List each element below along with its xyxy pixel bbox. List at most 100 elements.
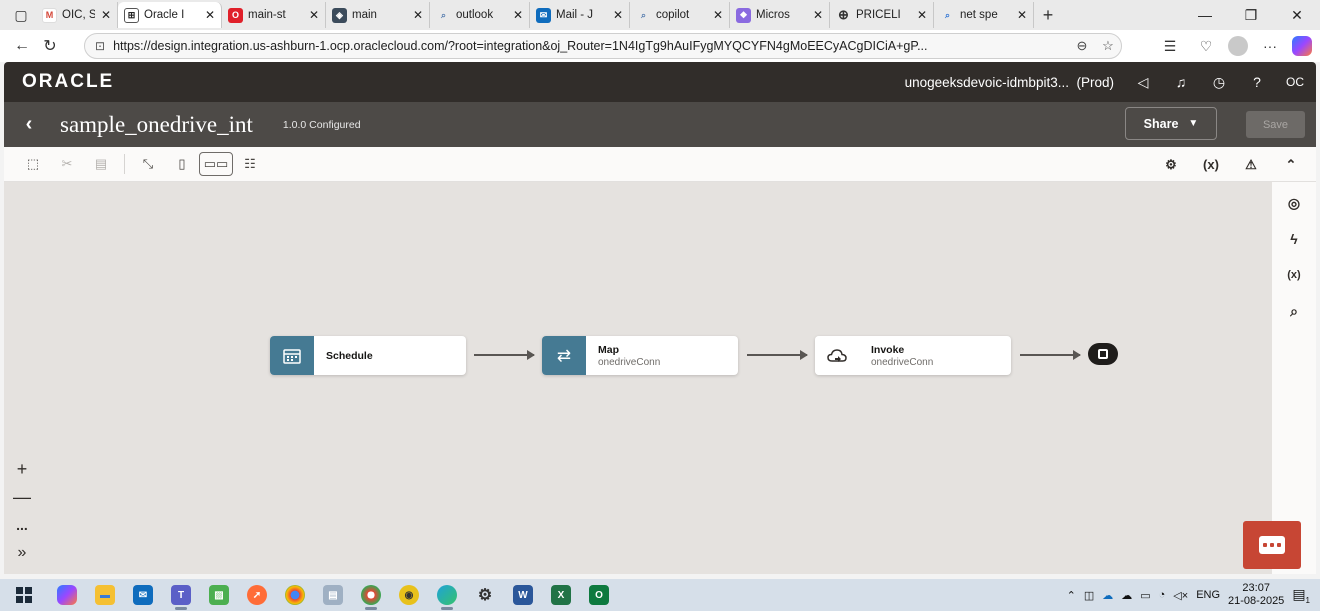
variables-icon[interactable]: (x) [1198,157,1224,172]
app-header: ORACLE unogeeksdevoic-idmbpit3... (Prod)… [4,62,1316,102]
close-icon[interactable]: ✕ [713,8,723,22]
battery-icon[interactable]: ▭ [1140,589,1150,602]
share-button[interactable]: Share ▼ [1125,107,1217,140]
invoke-node[interactable]: Invoke onedriveConn [815,336,1011,375]
file-explorer-icon[interactable]: ▬ [86,579,124,611]
horizontal-layout-icon[interactable]: ▭▭ [199,152,233,176]
app-grey-icon[interactable]: ▤ [314,579,352,611]
browser-tab[interactable]: ✉ Mail - J ✕ [530,2,630,28]
close-window-icon[interactable]: ✕ [1274,0,1320,30]
warning-icon[interactable]: ⚠ [1238,157,1264,173]
browser-tab[interactable]: ❖ Micros ✕ [730,2,830,28]
app-yellow-icon[interactable]: ◉ [390,579,428,611]
cut-icon[interactable]: ✂ [50,150,84,178]
chat-assistant-button[interactable] [1243,521,1301,569]
globe-icon: ⊕ [838,7,849,22]
restore-icon[interactable]: ❐ [1228,0,1274,30]
close-icon[interactable]: ✕ [309,8,319,22]
word-icon[interactable]: W [504,579,542,611]
help-icon[interactable]: ? [1248,74,1266,90]
edge-icon[interactable] [428,579,466,611]
postman-icon[interactable]: ➚ [238,579,276,611]
photos-icon[interactable]: ▨ [200,579,238,611]
tray-app-icon[interactable]: ◫ [1084,589,1094,602]
pseudo-view-icon[interactable]: ☷ [233,150,267,178]
chrome-icon[interactable] [276,579,314,611]
zoom-in-icon[interactable]: + [10,458,34,480]
zoom-icon[interactable]: ⊖ [1069,38,1095,54]
browser-essentials-icon[interactable]: ♡ [1192,33,1220,59]
user-avatar[interactable]: OC [1286,75,1304,89]
settings-gear-icon[interactable]: ⚙ [1158,157,1184,173]
outlook-icon[interactable]: ✉ [124,579,162,611]
browser-tab[interactable]: ⌕ outlook ✕ [430,2,530,28]
refresh-icon[interactable]: ↻ [36,32,64,60]
close-icon[interactable]: ✕ [917,8,927,22]
windows-start-icon[interactable] [0,579,48,611]
more-options-icon[interactable]: ... [10,514,34,536]
wifi-icon[interactable]: ◔ [1159,589,1166,601]
notifications-bell-icon[interactable]: ♫ [1172,74,1190,90]
url-field[interactable]: ⊡ https://design.integration.us-ashburn-… [84,33,1122,59]
browser-tab[interactable]: ⌕ copilot ✕ [630,2,730,28]
new-tab-icon[interactable]: + [1034,5,1062,26]
end-node-icon[interactable] [1088,343,1118,365]
save-button[interactable]: Save [1246,111,1305,138]
close-icon[interactable]: ✕ [101,8,111,22]
search-icon[interactable]: ⌕ [1281,300,1307,322]
zoom-out-icon[interactable]: — [10,486,34,508]
recent-activity-icon[interactable]: ◷ [1210,74,1228,91]
browser-tab-active[interactable]: ⊞ Oracle I ✕ [118,2,222,28]
settings-icon[interactable]: ⚙ [466,579,504,611]
more-menu-icon[interactable]: ··· [1256,33,1284,59]
close-icon[interactable]: ✕ [613,8,623,22]
volume-icon[interactable]: ◁× [1173,589,1188,602]
browser-tab[interactable]: ⌕ net spe ✕ [934,2,1034,28]
back-chevron-icon[interactable]: ‹ [4,113,54,136]
minimize-icon[interactable]: — [1182,0,1228,30]
collapse-icon[interactable]: ⤡ [131,150,165,178]
chevron-up-icon[interactable]: ⌃ [1067,589,1076,602]
collapse-up-icon[interactable]: ⌃ [1278,157,1304,173]
oracle-logo[interactable]: ORACLE [22,71,114,93]
back-arrow-icon[interactable]: ← [8,32,36,60]
expand-panel-icon[interactable]: » [10,542,34,564]
close-icon[interactable]: ✕ [1017,8,1027,22]
lightning-icon[interactable]: ϟ [1281,228,1307,250]
close-icon[interactable]: ✕ [813,8,823,22]
excel-icon[interactable]: X [542,579,580,611]
right-rail: ◎ ϟ (x) ⌕ [1272,182,1316,574]
variables-icon[interactable]: (x) [1281,264,1307,286]
announcements-icon[interactable]: ◁ [1134,74,1152,91]
map-node[interactable]: ⇄ Map onedriveConn [542,336,738,375]
integration-canvas[interactable] [4,182,1272,574]
browser-tab[interactable]: M OIC, SF ✕ [36,2,118,28]
close-icon[interactable]: ✕ [205,8,215,22]
close-icon[interactable]: ✕ [413,8,423,22]
favorite-star-icon[interactable]: ☆ [1095,38,1121,54]
vertical-layout-icon[interactable]: ▯ [165,150,199,178]
cloud-sync-icon[interactable]: ☁ [1121,589,1132,602]
paste-icon[interactable]: ▤ [84,150,118,178]
select-mode-icon[interactable]: ⬚ [16,150,50,178]
language-indicator[interactable]: ENG [1196,589,1220,601]
notifications-icon[interactable]: ▤1 [1292,586,1310,605]
tab-actions-icon[interactable]: ▢ [6,2,36,28]
clock[interactable]: 23:07 21-08-2025 [1228,582,1284,608]
favorites-icon[interactable]: ☰ [1156,33,1184,59]
node-title: Invoke [871,343,905,356]
schedule-node[interactable]: Schedule [270,336,466,375]
browser-tab[interactable]: ◈ main ✕ [326,2,430,28]
teams-icon[interactable]: T [162,579,200,611]
tracking-target-icon[interactable]: ◎ [1281,192,1307,214]
copilot-taskbar-icon[interactable] [48,579,86,611]
copilot-icon[interactable] [1292,36,1312,56]
profile-avatar-icon[interactable] [1228,36,1248,56]
oracle-app-icon[interactable]: O [580,579,618,611]
browser-tab[interactable]: O main-st ✕ [222,2,326,28]
close-icon[interactable]: ✕ [513,8,523,22]
browser-tab[interactable]: ⊕ PRICELI ✕ [830,2,934,28]
onedrive-icon[interactable]: ☁ [1102,589,1113,602]
chrome-profile-icon[interactable] [352,579,390,611]
site-info-icon[interactable]: ⊡ [95,39,105,53]
